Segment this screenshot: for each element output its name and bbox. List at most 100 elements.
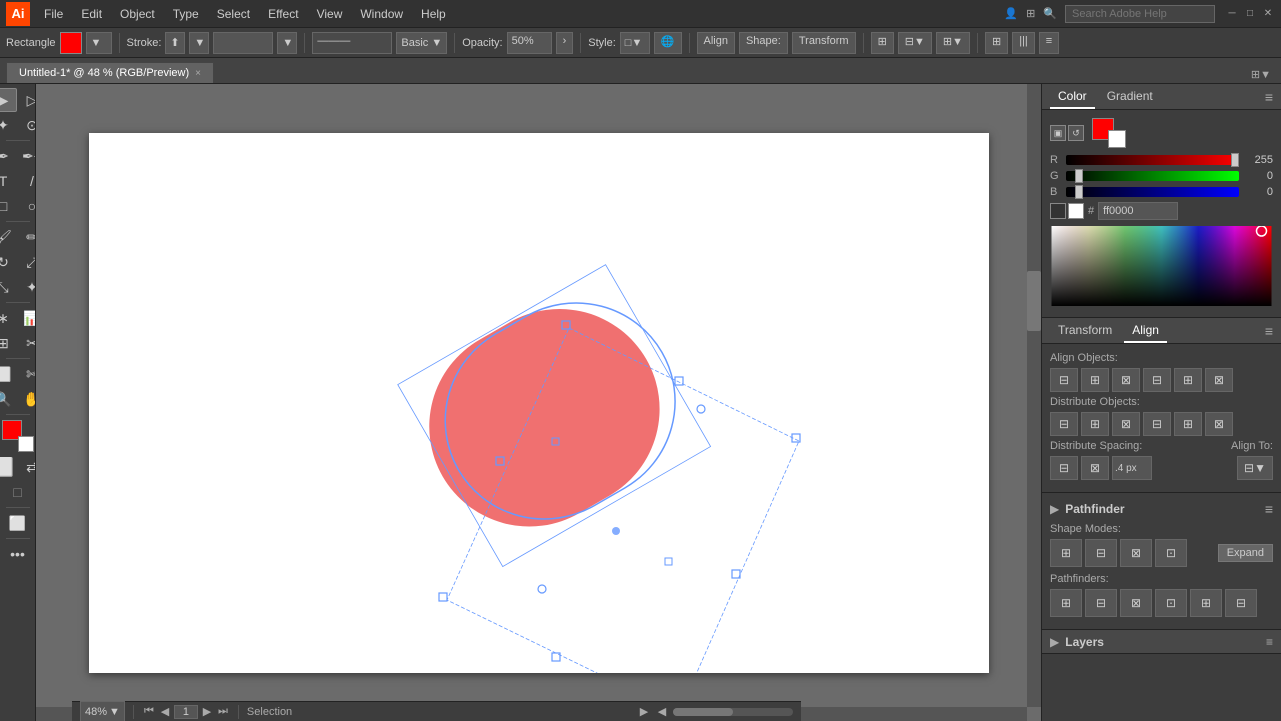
transform-btn[interactable]: Transform: [792, 32, 856, 54]
color-tab[interactable]: Color: [1050, 85, 1095, 109]
stroke-style-box[interactable]: ———: [312, 32, 392, 54]
unite-btn[interactable]: ⊞: [1050, 539, 1082, 567]
handle-tl[interactable]: [562, 321, 570, 329]
arrange-docs-icon[interactable]: ⊞▼: [1247, 68, 1275, 81]
minus-back-btn[interactable]: ⊟: [1225, 589, 1257, 617]
fill-type-dropdown[interactable]: ▼: [86, 32, 112, 54]
search-input[interactable]: [1065, 5, 1215, 23]
main-shape[interactable]: [392, 272, 696, 563]
user-icon[interactable]: 👤: [1004, 7, 1018, 20]
white-color-icon[interactable]: [1068, 203, 1084, 219]
rectangle-tool[interactable]: □: [0, 194, 17, 218]
play-btn[interactable]: ▶: [637, 705, 651, 719]
timeline-slider[interactable]: [673, 708, 793, 716]
pen-tool[interactable]: ✒: [0, 144, 17, 168]
layers-collapse-icon[interactable]: ▶: [1050, 635, 1059, 649]
align-panel-menu[interactable]: ≡: [1265, 323, 1273, 339]
add-anchor-tool[interactable]: ✒+: [18, 144, 36, 168]
align-right-btn[interactable]: ⊠: [1112, 368, 1140, 392]
lasso-tool[interactable]: ⊙: [18, 113, 36, 137]
dist-center-h-btn[interactable]: ⊞: [1081, 412, 1109, 436]
fill-color-box[interactable]: [60, 32, 82, 54]
maximize-button[interactable]: □: [1243, 7, 1257, 21]
stroke-icon[interactable]: ⬆: [165, 32, 185, 54]
stroke-width-dropdown[interactable]: ▼: [277, 32, 297, 54]
menu-help[interactable]: Help: [413, 5, 454, 23]
pathfinder-collapse-icon[interactable]: ▶: [1050, 502, 1059, 516]
stroke-style-dropdown[interactable]: Basic ▼: [396, 32, 447, 54]
align-bottom-btn[interactable]: ⊠: [1205, 368, 1233, 392]
cols-btn[interactable]: |||: [1012, 32, 1035, 54]
fill-icon[interactable]: ■: [0, 480, 3, 504]
crop-btn[interactable]: ⊡: [1155, 589, 1187, 617]
dist-left-btn[interactable]: ⊟: [1050, 412, 1078, 436]
dist-top-btn[interactable]: ⊟: [1143, 412, 1171, 436]
layers-menu-btn[interactable]: ≡: [1266, 635, 1273, 649]
swap-colors-icon[interactable]: ⇄: [18, 455, 36, 479]
expand-button[interactable]: Expand: [1218, 544, 1273, 562]
direction-handle-2[interactable]: [697, 405, 705, 413]
align-to-dropdown[interactable]: ⊟▼: [1237, 456, 1273, 480]
menu-view[interactable]: View: [309, 5, 351, 23]
dist-center-v-btn[interactable]: ⊞: [1174, 412, 1202, 436]
menu-object[interactable]: Object: [112, 5, 163, 23]
tab-close-button[interactable]: ×: [195, 68, 201, 79]
divide-btn[interactable]: ⊞: [1050, 589, 1082, 617]
handle-b[interactable]: [552, 653, 560, 661]
screen-mode-btn[interactable]: ⬜: [4, 511, 32, 535]
style-dropdown[interactable]: □▼: [620, 32, 650, 54]
color-panel-menu[interactable]: ≡: [1265, 89, 1273, 105]
trim-btn[interactable]: ⊟: [1085, 589, 1117, 617]
graph-tool[interactable]: 📊: [18, 306, 36, 330]
align-left-btn[interactable]: ⊟: [1050, 368, 1078, 392]
align-center-h-btn[interactable]: ⊞: [1081, 368, 1109, 392]
background-color[interactable]: [18, 436, 34, 452]
dist-space-v-btn[interactable]: ⊠: [1081, 456, 1109, 480]
r-slider-thumb[interactable]: [1231, 153, 1239, 167]
free-transform-tool[interactable]: ⤡: [0, 275, 17, 299]
menu-file[interactable]: File: [36, 5, 71, 23]
g-slider-thumb[interactable]: [1075, 169, 1083, 183]
stroke-display-icon[interactable]: □: [4, 480, 32, 504]
close-button[interactable]: ✕: [1261, 7, 1275, 21]
minus-front-btn[interactable]: ⊟: [1085, 539, 1117, 567]
bg-color-swatch[interactable]: [1108, 130, 1126, 148]
direct-selection-tool[interactable]: ▷: [18, 88, 36, 112]
opacity-more-btn[interactable]: ›: [556, 32, 574, 54]
handle-br[interactable]: [439, 593, 447, 601]
dist-right-btn[interactable]: ⊠: [1112, 412, 1140, 436]
none-color-icon[interactable]: [1050, 203, 1066, 219]
puppet-tool[interactable]: ✦: [18, 275, 36, 299]
stroke-input[interactable]: [213, 32, 273, 54]
transform-controls-btn[interactable]: ⊞: [871, 32, 894, 54]
next-page-btn[interactable]: ▶: [200, 705, 214, 719]
more-tools-btn[interactable]: •••: [4, 542, 32, 566]
outline-btn[interactable]: ⊞: [1190, 589, 1222, 617]
more-btn[interactable]: ⊞▼: [936, 32, 970, 54]
opacity-input[interactable]: 50%: [507, 32, 552, 54]
merge-btn[interactable]: ⊠: [1120, 589, 1152, 617]
artboard-tool[interactable]: ⊞: [0, 331, 17, 355]
menu-select[interactable]: Select: [209, 5, 258, 23]
selection-tool[interactable]: ▶: [0, 88, 17, 112]
handle-tr[interactable]: [792, 434, 800, 442]
globe-btn[interactable]: 🌐: [654, 32, 682, 54]
arrange-btn[interactable]: ⊟▼: [898, 32, 932, 54]
anchor-br[interactable]: [665, 558, 672, 565]
direction-handle-1[interactable]: [538, 585, 546, 593]
hand-tool[interactable]: ✋: [18, 387, 36, 411]
pencil-tool[interactable]: ✏: [18, 225, 36, 249]
panel-options-btn[interactable]: ⊞: [985, 32, 1008, 54]
zoom-tool[interactable]: 🔍: [0, 387, 17, 411]
vertical-scrollbar-thumb[interactable]: [1027, 271, 1041, 331]
align-center-v-btn[interactable]: ⊞: [1174, 368, 1202, 392]
handle-t[interactable]: [675, 377, 683, 385]
scale-tool[interactable]: ⤢: [18, 250, 36, 274]
r-slider[interactable]: [1066, 155, 1239, 165]
symbol-sprayer-tool[interactable]: ∗: [0, 306, 17, 330]
magic-wand-tool[interactable]: ✦: [0, 113, 17, 137]
menu-effect[interactable]: Effect: [260, 5, 306, 23]
dist-space-h-btn[interactable]: ⊟: [1050, 456, 1078, 480]
b-slider-thumb[interactable]: [1075, 185, 1083, 199]
b-slider[interactable]: [1066, 187, 1239, 197]
